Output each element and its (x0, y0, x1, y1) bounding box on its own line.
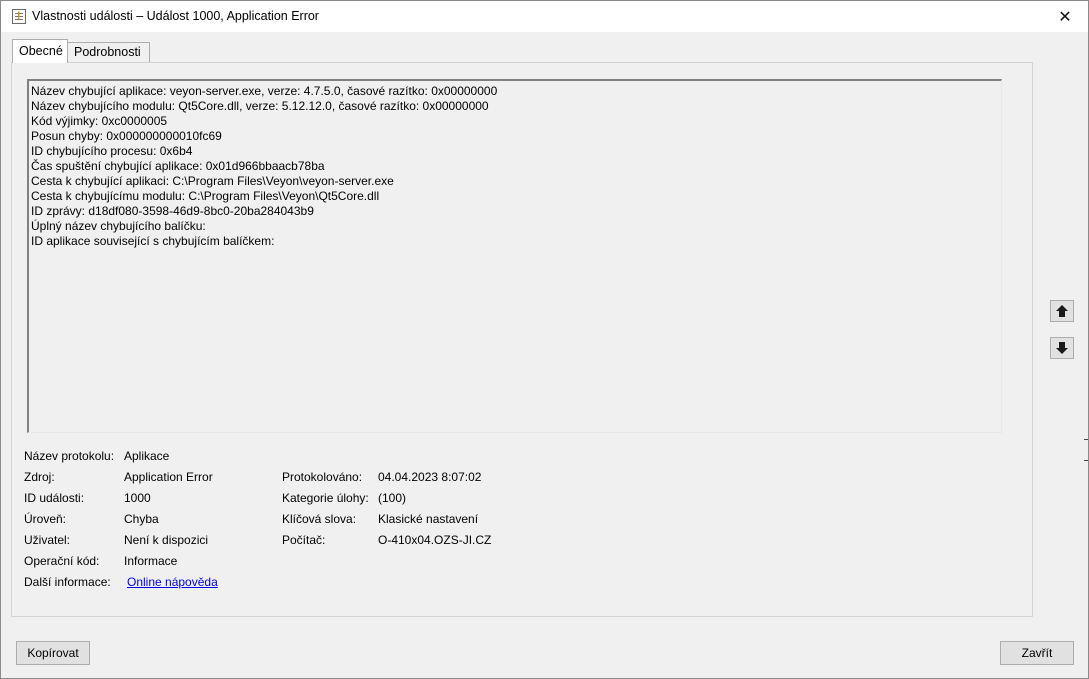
copy-button[interactable]: Kopírovat (16, 641, 90, 665)
event-id-label: ID události: (24, 491, 85, 505)
computer-value: O-410x04.OZS-JI.CZ (378, 533, 492, 547)
logged-label: Protokolováno: (282, 470, 363, 484)
event-properties-window: Vlastnosti události – Událost 1000, Appl… (0, 0, 1089, 679)
description-line: Kód výjimky: 0xc0000005 (31, 114, 168, 128)
description-line: ID zprávy: d18df080-3598-46d9-8bc0-20ba2… (31, 204, 314, 218)
close-window-button[interactable]: ✕ (1042, 1, 1088, 32)
opcode-label: Operační kód: (24, 554, 100, 568)
edge-divider (1084, 460, 1088, 461)
source-value: Application Error (124, 470, 213, 484)
general-tab-panel: Název chybující aplikace: veyon-server.e… (11, 62, 1033, 617)
description-line: Cesta k chybující aplikaci: C:\Program F… (31, 174, 394, 188)
arrow-up-icon (1056, 305, 1068, 317)
next-event-button[interactable] (1050, 337, 1074, 359)
more-info-label: Další informace: (24, 575, 111, 589)
event-viewer-icon (12, 9, 26, 24)
tab-general[interactable]: Obecné (12, 39, 68, 63)
keywords-value: Klasické nastavení (378, 512, 479, 526)
task-category-label: Kategorie úlohy: (282, 491, 369, 505)
description-line: Název chybujícího modulu: Qt5Core.dll, v… (31, 99, 489, 113)
user-value: Není k dispozici (124, 533, 209, 547)
online-help-link[interactable]: Online nápověda (127, 575, 218, 589)
source-label: Zdroj: (24, 470, 55, 484)
previous-event-button[interactable] (1050, 300, 1074, 322)
level-label: Úroveň: (24, 512, 67, 526)
level-value: Chyba (124, 512, 159, 526)
close-button[interactable]: Zavřít (1000, 641, 1074, 665)
tab-details[interactable]: Podrobnosti (67, 42, 150, 63)
window-title: Vlastnosti události – Událost 1000, Appl… (32, 9, 319, 23)
description-line: Úplný název chybujícího balíčku: (31, 219, 206, 233)
description-line: Čas spuštění chybující aplikace: 0x01d96… (31, 159, 325, 173)
event-id-value: 1000 (124, 491, 151, 505)
description-line: Posun chyby: 0x000000000010fc69 (31, 129, 222, 143)
opcode-value: Informace (124, 554, 178, 568)
arrow-down-icon (1056, 342, 1068, 354)
user-label: Uživatel: (24, 533, 71, 547)
logged-value: 04.04.2023 8:07:02 (378, 470, 482, 484)
log-name-label: Název protokolu: (24, 449, 115, 463)
edge-divider (1084, 439, 1088, 440)
computer-label: Počítač: (282, 533, 326, 547)
description-line: Název chybující aplikace: veyon-server.e… (31, 84, 498, 98)
keywords-label: Klíčová slova: (282, 512, 357, 526)
description-line: ID aplikace související s chybujícím bal… (31, 234, 275, 248)
close-icon: ✕ (1058, 8, 1072, 26)
task-category-value: (100) (378, 491, 407, 505)
description-line: ID chybujícího procesu: 0x6b4 (31, 144, 193, 158)
title-bar: Vlastnosti události – Událost 1000, Appl… (1, 1, 1088, 32)
log-name-value: Aplikace (124, 449, 170, 463)
event-description-box[interactable]: Název chybující aplikace: veyon-server.e… (27, 79, 1002, 433)
description-line: Cesta k chybujícímu modulu: C:\Program F… (31, 189, 380, 203)
